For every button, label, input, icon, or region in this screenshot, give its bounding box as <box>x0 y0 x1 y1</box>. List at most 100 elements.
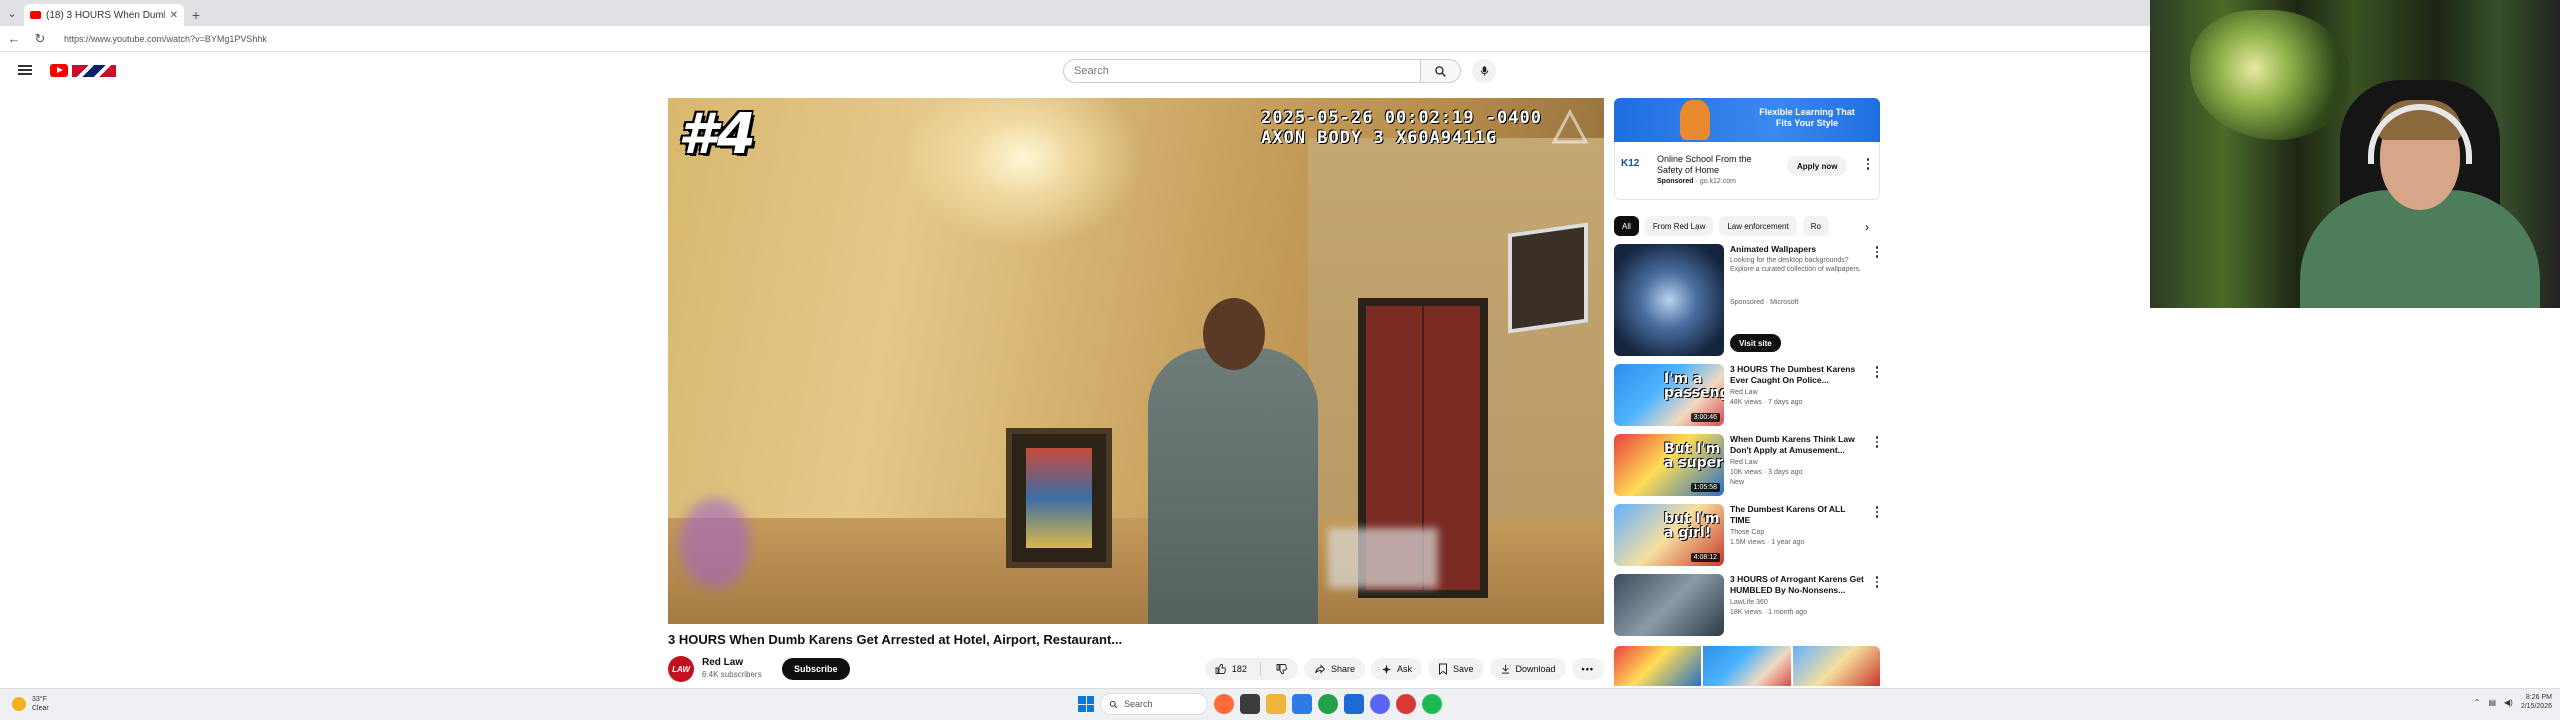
sponsored-meta: Sponsored · Microsoft <box>1730 299 1799 306</box>
recommendation-thumbnail[interactable]: but I'm a girl! 4:08:12 <box>1614 504 1724 566</box>
recommendation-channel: Red Law <box>1730 389 1758 396</box>
close-tab-icon[interactable]: ✕ <box>170 10 178 21</box>
ad-domain: go.k12.com <box>1699 178 1736 185</box>
download-icon <box>1501 664 1509 674</box>
copilot-app-icon[interactable] <box>1214 694 1234 714</box>
like-count[interactable]: 182 <box>1232 664 1247 674</box>
back-arrow-icon[interactable]: ← <box>6 31 22 46</box>
ad-banner-image[interactable]: Flexible Learning That Fits Your Style <box>1614 98 1880 142</box>
filter-chips: All From Red Law Law enforcement Ro <box>1614 216 1880 238</box>
recommendation-stats: 1.5M views · 1 year ago <box>1730 539 1805 546</box>
search-button[interactable] <box>1421 59 1461 83</box>
ad-sponsor-line: Sponsored · go.k12.com <box>1657 178 1736 185</box>
filter-chip[interactable]: Law enforcement <box>1719 216 1797 236</box>
more-actions-button[interactable]: ••• <box>1571 658 1604 680</box>
share-button[interactable]: Share <box>1303 658 1365 680</box>
channel-row: LAW Red Law 6.4K subscribers Subscribe 1… <box>668 656 1604 682</box>
weather-text: 33°F Clear <box>32 695 49 713</box>
new-tab-button[interactable]: + <box>184 4 208 26</box>
more-options-icon[interactable] <box>1874 506 1880 518</box>
bookmark-icon <box>1439 663 1447 675</box>
ad-headline: Online School From the Safety of Home <box>1657 154 1752 175</box>
windows-taskbar: 33°F Clear Search ⌃ ▤ ◀) 8:26 PM 2/15/20… <box>0 688 2560 720</box>
file-explorer-icon[interactable] <box>1266 694 1286 714</box>
thumbs-up-icon[interactable] <box>1215 663 1227 675</box>
youtube-favicon-icon <box>30 11 41 19</box>
subscribe-button[interactable]: Subscribe <box>782 658 850 680</box>
search-icon <box>1109 700 1118 708</box>
thumbnail-caption: I'm a passenger! <box>1664 371 1724 401</box>
discord-icon[interactable] <box>1370 694 1390 714</box>
ad-card[interactable]: K12 Online School From the Safety of Hom… <box>1614 142 1880 200</box>
chrome-browser-icon[interactable] <box>1318 694 1338 714</box>
more-options-icon[interactable] <box>1874 436 1880 448</box>
next-recommendation-thumbnails[interactable] <box>1614 646 1880 686</box>
filter-chip[interactable]: All <box>1614 216 1639 236</box>
channel-avatar[interactable]: LAW <box>668 656 694 682</box>
recommendation-title[interactable]: The Dumbest Karens Of ALL TIME <box>1730 504 1866 526</box>
filter-chip[interactable]: From Red Law <box>1644 216 1714 236</box>
ad-more-options-icon[interactable] <box>1865 158 1871 170</box>
clock-time: 8:26 PM <box>2525 694 2552 701</box>
more-options-icon[interactable] <box>1874 366 1880 378</box>
more-options-icon[interactable] <box>1874 246 1880 258</box>
microphone-icon <box>1480 66 1488 76</box>
weather-temp: 33°F <box>32 696 47 703</box>
recommendation-stats: 10K views · 3 days ago <box>1730 469 1803 476</box>
youtube-logo-icon[interactable] <box>50 64 68 77</box>
volume-icon[interactable]: ◀) <box>2504 698 2513 707</box>
channel-name[interactable]: Red Law <box>702 657 743 668</box>
download-button[interactable]: Download <box>1489 658 1566 680</box>
chevron-right-icon[interactable]: › <box>1858 218 1876 236</box>
tab-list-dropdown-icon[interactable]: ⌄ <box>0 0 24 26</box>
axon-logo-icon <box>1551 108 1589 144</box>
recommendation-thumbnail[interactable]: I'm a passenger! 3:00:46 <box>1614 364 1724 426</box>
address-bar-row: ← ↻ https://www.youtube.com/watch?v=BYMg… <box>0 26 2150 52</box>
video-player[interactable]: #4 2025-05-26 00:02:19 -0400 AXON BODY 3… <box>668 98 1604 624</box>
thumbs-down-icon[interactable] <box>1266 663 1298 675</box>
scene-blur <box>1328 528 1438 588</box>
recommendation-title[interactable]: When Dumb Karens Think Law Don't Apply a… <box>1730 434 1866 456</box>
webcam-overlay <box>2150 0 2560 308</box>
episode-number-overlay: #4 <box>678 102 756 167</box>
clock[interactable]: 8:26 PM 2/15/2026 <box>2521 693 2552 711</box>
voice-search-button[interactable] <box>1472 59 1496 83</box>
recommendation-thumbnail[interactable] <box>1614 244 1724 356</box>
recommendation-item[interactable]: I'm a passenger! 3:00:46 3 HOURS The Dumbe… <box>1614 364 1884 428</box>
recommendation-title[interactable]: 3 HOURS of Arrogant Karens Get HUMBLED B… <box>1730 574 1866 596</box>
task-view-icon[interactable] <box>1240 694 1260 714</box>
recommendation-thumbnail[interactable] <box>1614 574 1724 636</box>
taskbar-search[interactable]: Search <box>1100 693 1208 715</box>
outlook-icon[interactable] <box>1344 694 1364 714</box>
thumbnail-partial <box>1792 646 1880 686</box>
youtube-doodle-flag-icon[interactable] <box>72 65 116 77</box>
edge-browser-icon[interactable] <box>1292 694 1312 714</box>
apply-now-button[interactable]: Apply now <box>1787 156 1848 176</box>
browser-tab-active[interactable]: (18) 3 HOURS When Dumb K ✕ <box>24 4 184 26</box>
recommendation-title[interactable]: 3 HOURS The Dumbest Karens Ever Caught O… <box>1730 364 1866 386</box>
recommendation-item[interactable]: 3 HOURS of Arrogant Karens Get HUMBLED B… <box>1614 574 1884 638</box>
streaming-app-icon[interactable] <box>1396 694 1416 714</box>
network-icon[interactable]: ▤ <box>2488 698 2496 707</box>
search-input[interactable] <box>1074 65 1420 77</box>
hamburger-menu-icon[interactable] <box>18 65 32 75</box>
recommendation-thumbnail[interactable]: But I'm a super 1:05:58 <box>1614 434 1724 496</box>
spotify-icon[interactable] <box>1422 694 1442 714</box>
filter-chip[interactable]: Ro <box>1802 216 1829 236</box>
save-button[interactable]: Save <box>1428 658 1484 680</box>
reload-icon[interactable]: ↻ <box>32 31 48 47</box>
more-options-icon[interactable] <box>1874 576 1880 588</box>
visit-site-button[interactable]: Visit site <box>1730 334 1781 352</box>
recommendation-title[interactable]: Animated Wallpapers <box>1730 244 1866 255</box>
url-field[interactable]: https://www.youtube.com/watch?v=BYMg1PVS… <box>64 34 267 44</box>
sun-icon <box>12 697 26 711</box>
sponsored-recommendation[interactable]: Animated Wallpapers Looking for the deskt… <box>1614 244 1884 358</box>
recommendation-item[interactable]: But I'm a super 1:05:58 When Dumb Karens T… <box>1614 434 1884 498</box>
windows-start-icon[interactable] <box>1078 696 1094 712</box>
youtube-masthead <box>0 52 2150 92</box>
chevron-up-icon[interactable]: ⌃ <box>2474 698 2481 707</box>
recommendation-item[interactable]: but I'm a girl! 4:08:12 The Dumbest Karens… <box>1614 504 1884 568</box>
ask-button[interactable]: Ask <box>1370 658 1422 680</box>
webcam-poster-art <box>2190 10 2350 140</box>
weather-widget[interactable]: 33°F Clear <box>12 695 49 713</box>
